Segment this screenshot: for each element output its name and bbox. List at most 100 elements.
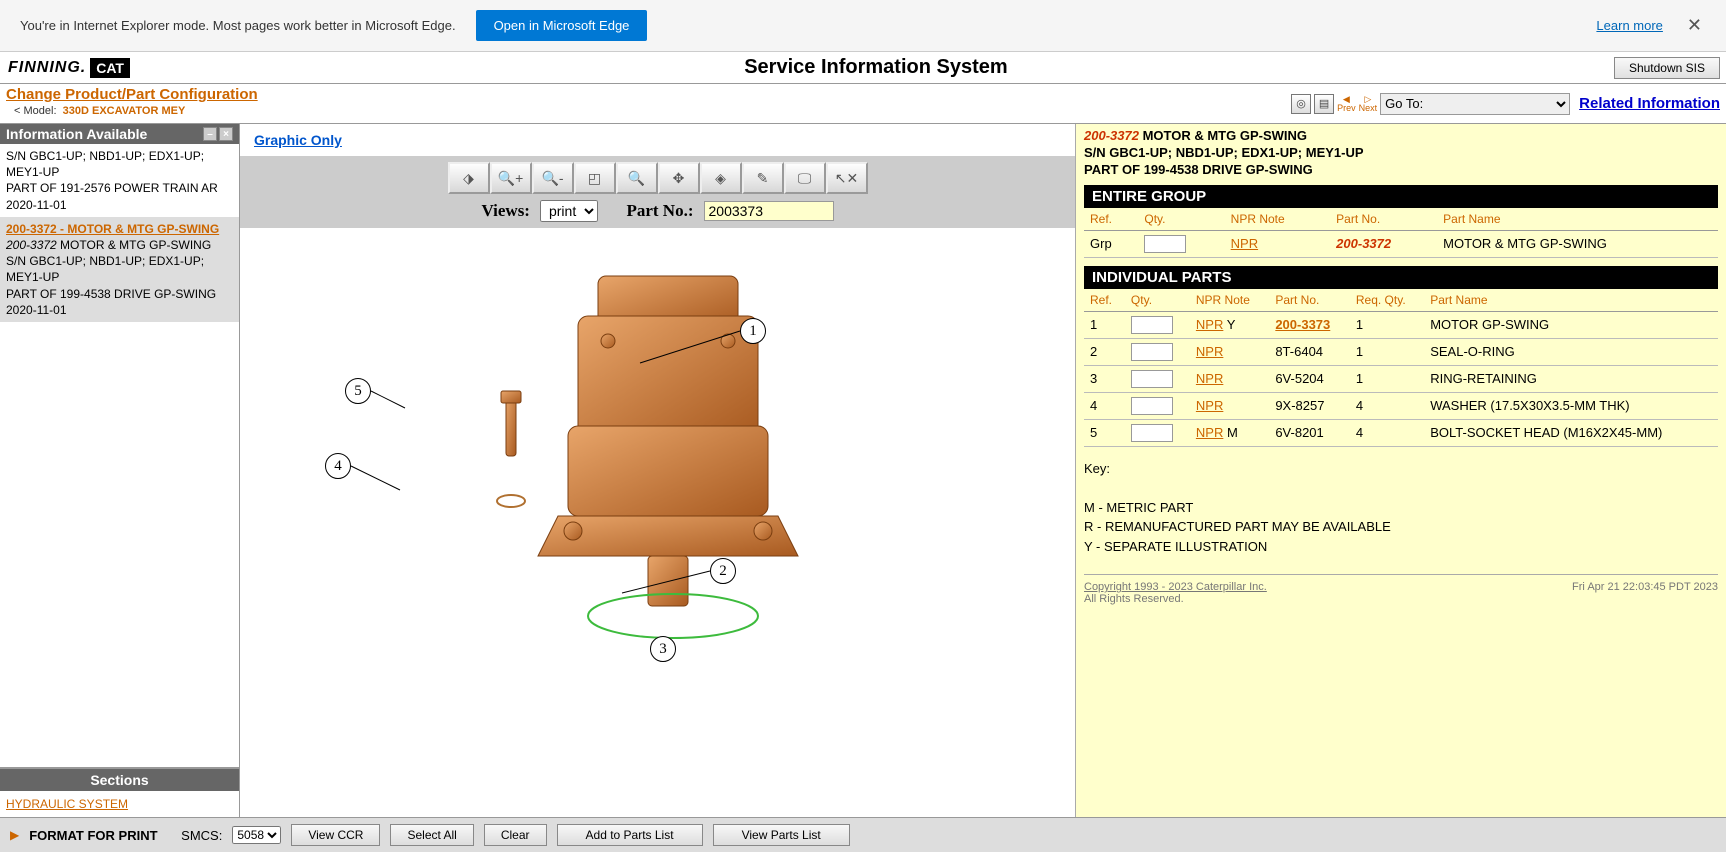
individual-parts-table: Ref. Qty. NPR Note Part No. Req. Qty. Pa…	[1084, 289, 1718, 447]
ref-cell: Grp	[1084, 230, 1138, 257]
callout-3[interactable]: 3	[650, 636, 676, 662]
info-item[interactable]: S/N GBC1-UP; NBD1-UP; EDX1-UP; MEY1-UP P…	[0, 144, 239, 217]
open-edge-button[interactable]: Open in Microsoft Edge	[476, 10, 648, 41]
copyright-link[interactable]: Copyright 1993 - 2023 Caterpillar Inc.	[1084, 581, 1267, 593]
npr-link[interactable]: NPR	[1196, 398, 1223, 413]
individual-parts-title: INDIVIDUAL PARTS	[1084, 266, 1718, 289]
rq-cell: 1	[1350, 365, 1424, 392]
fit-icon[interactable]: 🔍	[616, 162, 658, 194]
callout-4[interactable]: 4	[325, 453, 351, 479]
pointer-icon[interactable]: ↖✕	[826, 162, 868, 194]
key-label: Key:	[1084, 459, 1718, 479]
add-to-parts-list-button[interactable]: Add to Parts List	[557, 824, 703, 846]
ref-cell: 5	[1084, 419, 1125, 446]
learn-more-link[interactable]: Learn more	[1596, 18, 1662, 33]
viewer-bar: ⬗ 🔍+ 🔍- ◰ 🔍 ✥ ◈ ✎ 🖵 ↖✕ Views: print Part…	[240, 156, 1075, 228]
info-item-selected[interactable]: 200-3372 - MOTOR & MTG GP-SWING 200-3372…	[0, 217, 239, 322]
zoom-in-icon[interactable]: 🔍+	[490, 162, 532, 194]
next-button[interactable]: ▷Next	[1359, 95, 1378, 113]
pn-link[interactable]: 200-3373	[1275, 317, 1330, 332]
prev-button[interactable]: ◀Prev	[1337, 95, 1356, 113]
shutdown-button[interactable]: Shutdown SIS	[1614, 57, 1720, 79]
close-panel-icon[interactable]: ×	[219, 127, 233, 141]
table-row: 5NPR M6V-82014BOLT-SOCKET HEAD (M16X2X45…	[1084, 419, 1718, 446]
zoom-out-icon[interactable]: 🔍-	[532, 162, 574, 194]
qty-input[interactable]	[1131, 370, 1173, 388]
col-npr: NPR Note	[1225, 208, 1331, 231]
view-ccr-button[interactable]: View CCR	[291, 824, 380, 846]
key-line: Y - SEPARATE ILLUSTRATION	[1084, 537, 1718, 557]
close-icon[interactable]: ✕	[1683, 15, 1706, 36]
graphic-only-link[interactable]: Graphic Only	[240, 124, 1075, 156]
zoom-window-icon[interactable]: ◰	[574, 162, 616, 194]
pn-cell: 8T-6404	[1275, 344, 1323, 359]
format-print-label: FORMAT FOR PRINT	[29, 828, 157, 843]
npr-link[interactable]: NPR	[1196, 344, 1223, 359]
rotate-icon[interactable]: ◈	[700, 162, 742, 194]
back-chevron-icon[interactable]: <	[14, 105, 20, 117]
section-link[interactable]: HYDRAULIC SYSTEM	[6, 797, 128, 811]
smcs-label: SMCS:	[181, 828, 222, 843]
footer-line: Copyright 1993 - 2023 Caterpillar Inc. A…	[1084, 574, 1718, 605]
name-cell: WASHER (17.5X30X3.5-MM THK)	[1424, 392, 1718, 419]
part-header: 200-3372 MOTOR & MTG GP-SWING S/N GBC1-U…	[1084, 128, 1718, 179]
info-available-label: Information Available	[6, 126, 147, 142]
col-qty: Qty.	[1125, 289, 1190, 312]
viewer-inputs: Views: print Part No.:	[246, 200, 1069, 222]
measure-icon[interactable]: ✎	[742, 162, 784, 194]
pn-cell: 6V-5204	[1275, 371, 1323, 386]
home-view-icon[interactable]: ⬗	[448, 162, 490, 194]
rq-cell: 1	[1350, 338, 1424, 365]
views-select[interactable]: print	[540, 200, 598, 222]
related-info-link[interactable]: Related Information	[1579, 95, 1720, 112]
change-config-link[interactable]: Change Product/Part Configuration	[6, 86, 258, 103]
document-icon[interactable]: ▤	[1314, 94, 1334, 114]
model-value: 330D EXCAVATOR MEY	[63, 105, 186, 117]
ref-cell: 3	[1084, 365, 1125, 392]
goto-select[interactable]: Go To:	[1380, 93, 1570, 115]
pan-icon[interactable]: ✥	[658, 162, 700, 194]
viewer-toolbar: ⬗ 🔍+ 🔍- ◰ 🔍 ✥ ◈ ✎ 🖵 ↖✕	[448, 162, 868, 194]
qty-input[interactable]	[1131, 397, 1173, 415]
ref-cell: 2	[1084, 338, 1125, 365]
cd-icon[interactable]: ◎	[1291, 94, 1311, 114]
info-item-partof: PART OF 191-2576 POWER TRAIN AR 2020-11-…	[6, 180, 233, 212]
col-ref: Ref.	[1084, 289, 1125, 312]
header-part-number: 200-3372	[1084, 128, 1139, 143]
minimize-icon[interactable]: –	[203, 127, 217, 141]
smcs-select[interactable]: 5058	[232, 826, 281, 844]
drawing-area[interactable]: 1 2 3 4 5	[240, 228, 1075, 817]
info-list[interactable]: S/N GBC1-UP; NBD1-UP; EDX1-UP; MEY1-UP P…	[0, 144, 239, 767]
npr-link[interactable]: NPR	[1196, 371, 1223, 386]
bottom-bar: ▶ FORMAT FOR PRINT SMCS: 5058 View CCR S…	[0, 817, 1726, 852]
header-serial: S/N GBC1-UP; NBD1-UP; EDX1-UP; MEY1-UP	[1084, 145, 1364, 160]
callout-2[interactable]: 2	[710, 558, 736, 584]
left-panel: Information Available – × S/N GBC1-UP; N…	[0, 124, 240, 817]
table-row: 1NPR Y200-33731MOTOR GP-SWING	[1084, 311, 1718, 338]
clear-button[interactable]: Clear	[484, 824, 547, 846]
callout-5[interactable]: 5	[345, 378, 371, 404]
info-item-link[interactable]: 200-3372 - MOTOR & MTG GP-SWING	[6, 222, 219, 236]
name-cell: RING-RETAINING	[1424, 365, 1718, 392]
callout-1[interactable]: 1	[740, 318, 766, 344]
npr-link[interactable]: NPR	[1196, 425, 1223, 440]
qty-input[interactable]	[1131, 424, 1173, 442]
qty-input[interactable]	[1144, 235, 1186, 253]
ie-mode-bar: You're in Internet Explorer mode. Most p…	[0, 0, 1726, 52]
npr-link[interactable]: NPR	[1196, 317, 1223, 332]
qty-input[interactable]	[1131, 316, 1173, 334]
entire-group-table: Ref. Qty. NPR Note Part No. Part Name Gr…	[1084, 208, 1718, 258]
screen-icon[interactable]: 🖵	[784, 162, 826, 194]
name-cell: SEAL-O-RING	[1424, 338, 1718, 365]
model-row: < Model: 330D EXCAVATOR MEY	[6, 103, 258, 121]
view-parts-list-button[interactable]: View Parts List	[713, 824, 850, 846]
logo-finning: FINNING.	[8, 59, 86, 77]
parts-panel[interactable]: 200-3372 MOTOR & MTG GP-SWING S/N GBC1-U…	[1076, 124, 1726, 817]
name-cell: MOTOR & MTG GP-SWING	[1437, 230, 1718, 257]
qty-input[interactable]	[1131, 343, 1173, 361]
npr-link[interactable]: NPR	[1231, 236, 1258, 251]
pn-cell: 200-3372	[1336, 236, 1391, 251]
select-all-button[interactable]: Select All	[390, 824, 473, 846]
info-item-partof: PART OF 199-4538 DRIVE GP-SWING 2020-11-…	[6, 286, 233, 318]
partno-input[interactable]	[704, 201, 834, 221]
